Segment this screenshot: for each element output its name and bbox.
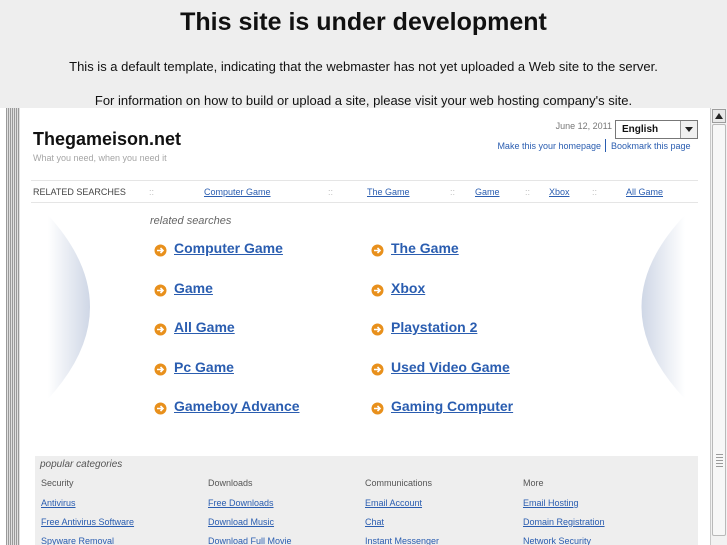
language-selected: English	[622, 124, 659, 135]
category-heading: Security	[41, 478, 74, 488]
related-searches-bar: RELATED SEARCHES :: Computer Game :: The…	[31, 180, 698, 203]
notice-line-1: This is a default template, indicating t…	[69, 59, 658, 74]
category-link[interactable]: Free Downloads	[208, 498, 274, 508]
frame-border-stripe	[6, 108, 20, 545]
related-bar-link[interactable]: Xbox	[549, 187, 570, 197]
related-search-link[interactable]: Used Video Game	[391, 359, 510, 375]
category-heading: Communications	[365, 478, 433, 488]
category-link[interactable]: Instant Messenger	[365, 536, 439, 545]
category-link[interactable]: Antivirus	[41, 498, 76, 508]
scroll-up-arrow-icon[interactable]	[712, 109, 726, 123]
category-link[interactable]: Chat	[365, 517, 384, 527]
related-search-link[interactable]: Gaming Computer	[391, 398, 513, 414]
related-searches-heading: related searches	[150, 215, 232, 227]
category-heading: Downloads	[208, 478, 253, 488]
category-link[interactable]: Network Security	[523, 536, 591, 545]
separator: ::	[450, 187, 456, 197]
page-title: This site is under development	[180, 8, 547, 36]
related-bar-link[interactable]: The Game	[367, 187, 410, 197]
popular-categories-heading: popular categories	[40, 459, 123, 470]
related-search-link[interactable]: Playstation 2	[391, 319, 477, 335]
arrow-circle-icon	[371, 363, 384, 376]
related-bar-link[interactable]: Game	[475, 187, 500, 197]
arrow-circle-icon	[371, 323, 384, 336]
separator: ::	[328, 187, 334, 197]
arrow-circle-icon	[154, 323, 167, 336]
related-bar-link[interactable]: All Game	[626, 187, 663, 197]
date-label: June 12, 2011	[555, 121, 612, 131]
arrow-circle-icon	[154, 402, 167, 415]
link-divider	[605, 139, 606, 152]
bookmark-link[interactable]: Bookmark this page	[611, 141, 691, 151]
embedded-site-frame: Thegameison.net What you need, when you …	[0, 108, 727, 545]
arrow-circle-icon	[154, 244, 167, 257]
grip-icon	[716, 453, 723, 467]
separator: ::	[525, 187, 531, 197]
related-bar-label: RELATED SEARCHES	[33, 187, 126, 197]
vertical-scrollbar[interactable]	[710, 108, 727, 545]
scrollbar-thumb[interactable]	[712, 124, 726, 536]
related-search-link[interactable]: Pc Game	[174, 359, 234, 375]
dropdown-arrow-icon[interactable]	[680, 121, 697, 138]
arrow-circle-icon	[371, 284, 384, 297]
arrow-circle-icon	[371, 244, 384, 257]
category-link[interactable]: Spyware Removal	[41, 536, 114, 545]
separator: ::	[592, 187, 598, 197]
category-link[interactable]: Domain Registration	[523, 517, 605, 527]
site-tagline: What you need, when you need it	[33, 153, 167, 163]
category-link[interactable]: Email Hosting	[523, 498, 579, 508]
arrow-circle-icon	[371, 402, 384, 415]
popular-categories-panel: popular categories Security Antivirus Fr…	[35, 456, 698, 545]
related-search-link[interactable]: Game	[174, 280, 213, 296]
notice-line-2: For information on how to build or uploa…	[94, 93, 633, 108]
decorative-arc-right	[641, 215, 685, 399]
category-link[interactable]: Free Antivirus Software	[41, 517, 134, 527]
related-search-link[interactable]: All Game	[174, 319, 235, 335]
related-search-link[interactable]: Xbox	[391, 280, 425, 296]
arrow-circle-icon	[154, 284, 167, 297]
category-link[interactable]: Download Music	[208, 517, 274, 527]
make-homepage-link[interactable]: Make this your homepage	[445, 141, 601, 151]
arrow-circle-icon	[154, 363, 167, 376]
decorative-arc-left	[48, 215, 90, 399]
language-select[interactable]: English	[615, 120, 698, 139]
category-link[interactable]: Email Account	[365, 498, 422, 508]
category-heading: More	[523, 478, 544, 488]
category-link[interactable]: Download Full Movie	[208, 536, 292, 545]
related-search-link[interactable]: Gameboy Advance	[174, 398, 300, 414]
related-bar-link[interactable]: Computer Game	[204, 187, 271, 197]
related-search-link[interactable]: Computer Game	[174, 240, 283, 256]
separator: ::	[149, 187, 155, 197]
related-search-link[interactable]: The Game	[391, 240, 459, 256]
site-title: Thegameison.net	[33, 129, 182, 149]
